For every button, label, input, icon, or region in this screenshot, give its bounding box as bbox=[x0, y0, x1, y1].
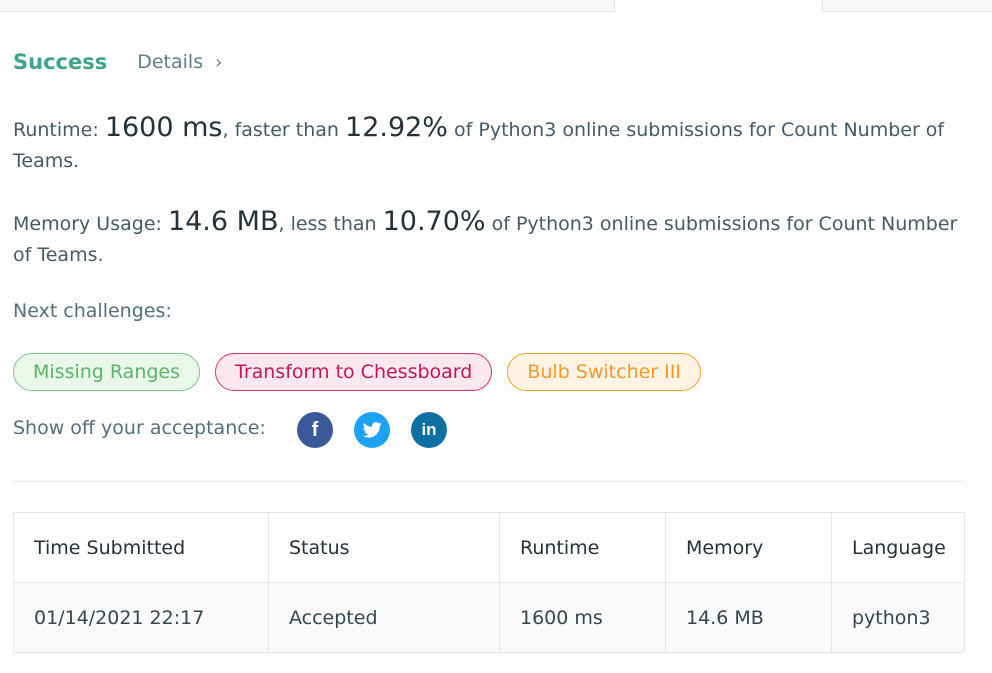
facebook-share-button[interactable]: f bbox=[297, 412, 333, 448]
success-status: Success bbox=[13, 50, 108, 74]
cell-language: python3 bbox=[831, 582, 965, 653]
memory-stat: Memory Usage: 14.6 MB, less than 10.70% … bbox=[13, 206, 973, 271]
submissions-table: Time Submitted Status Runtime Memory Lan… bbox=[13, 512, 965, 653]
share-label: Show off your acceptance: bbox=[13, 417, 266, 439]
challenge-chip-missing-ranges[interactable]: Missing Ranges bbox=[13, 353, 201, 391]
table-header-row: Time Submitted Status Runtime Memory Lan… bbox=[13, 512, 965, 583]
table-row: 01/14/2021 22:17 Accepted 1600 ms 14.6 M… bbox=[13, 582, 965, 653]
cell-time-submitted: 01/14/2021 22:17 bbox=[13, 582, 269, 653]
runtime-stat: Runtime: 1600 ms, faster than 12.92% of … bbox=[13, 112, 973, 177]
cell-runtime: 1600 ms bbox=[499, 582, 666, 653]
twitter-icon bbox=[362, 422, 382, 438]
runtime-value: 1600 ms bbox=[104, 112, 223, 143]
linkedin-icon: in bbox=[421, 420, 437, 439]
section-divider bbox=[13, 481, 964, 482]
tab-bar bbox=[0, 0, 992, 12]
tab-inactive-left[interactable] bbox=[0, 0, 615, 12]
twitter-share-button[interactable] bbox=[354, 412, 390, 448]
runtime-percent: 12.92% bbox=[345, 112, 448, 143]
challenge-chip-transform-to-chessboard[interactable]: Transform to Chessboard bbox=[215, 353, 493, 391]
memory-mid: , less than bbox=[278, 213, 383, 235]
memory-value: 14.6 MB bbox=[167, 206, 279, 237]
linkedin-share-button[interactable]: in bbox=[411, 412, 447, 448]
challenge-chips: Missing Ranges Transform to Chessboard B… bbox=[13, 353, 701, 391]
header-language[interactable]: Language bbox=[831, 512, 965, 583]
header-runtime[interactable]: Runtime bbox=[499, 512, 666, 583]
details-label: Details bbox=[137, 51, 204, 73]
result-status-line: Success Details › bbox=[13, 47, 222, 77]
tab-active[interactable] bbox=[615, 0, 822, 12]
facebook-icon: f bbox=[311, 418, 319, 441]
memory-prefix: Memory Usage: bbox=[13, 213, 168, 235]
tab-inactive-right[interactable] bbox=[822, 0, 992, 12]
header-status[interactable]: Status bbox=[268, 512, 500, 583]
chevron-right-icon: › bbox=[215, 51, 223, 73]
cell-status-link[interactable]: Accepted bbox=[268, 582, 500, 653]
memory-percent: 10.70% bbox=[382, 206, 486, 237]
runtime-prefix: Runtime: bbox=[13, 119, 105, 141]
next-challenges-label: Next challenges: bbox=[13, 300, 172, 322]
challenge-chip-bulb-switcher-iii[interactable]: Bulb Switcher III bbox=[507, 353, 701, 391]
header-time-submitted[interactable]: Time Submitted bbox=[13, 512, 269, 583]
header-memory[interactable]: Memory bbox=[665, 512, 832, 583]
cell-memory: 14.6 MB bbox=[665, 582, 832, 653]
runtime-mid: , faster than bbox=[222, 119, 346, 141]
details-link[interactable]: Details › bbox=[137, 51, 222, 73]
